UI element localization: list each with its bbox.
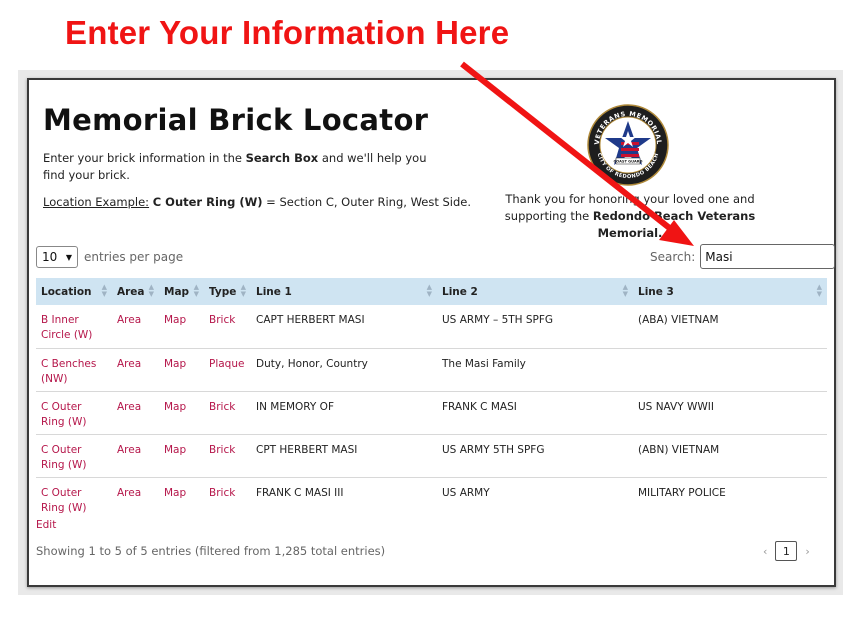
sort-icon: ▲ ▼	[193, 283, 199, 298]
page-1-button[interactable]: 1	[775, 541, 798, 561]
entries-per-page-value: 10	[42, 250, 58, 264]
line-3-cell: US NAVY WWII	[633, 391, 827, 435]
thanks-bold: Redondo Beach Veterans Memorial.	[592, 209, 756, 240]
sort-icon: ▲ ▼	[426, 283, 432, 298]
location-link[interactable]: C Outer Ring (W)	[36, 434, 112, 478]
map-link[interactable]: Map	[159, 477, 204, 520]
area-link[interactable]: Area	[112, 477, 159, 520]
line-3-cell: (ABA) VIETNAM	[633, 305, 827, 349]
search-control: Search: Masi	[650, 244, 836, 269]
line-1-cell: FRANK C MASI III	[256, 486, 344, 499]
type-link[interactable]: Plaque	[204, 348, 251, 392]
map-link[interactable]: Map	[159, 305, 204, 349]
entries-per-page-label: entries per page	[84, 250, 184, 264]
column-header-location[interactable]: Location ▲ ▼	[36, 278, 112, 305]
sort-icon: ▲ ▼	[240, 283, 246, 298]
line-2-cell: US ARMY	[442, 486, 490, 499]
intro-text: Enter your brick information in the Sear…	[43, 150, 438, 184]
line-1-cell: CAPT HERBERT MASI	[251, 305, 437, 349]
area-link[interactable]: Area	[112, 391, 159, 435]
type-link[interactable]: Brick	[204, 434, 251, 478]
type-link[interactable]: Brick	[204, 391, 251, 435]
entries-length-control: 10 ▼ entries per page	[36, 246, 183, 268]
svg-text:COAST GUARD: COAST GUARD	[614, 160, 643, 164]
area-link[interactable]: Area	[112, 305, 159, 349]
example-rest: = Section C, Outer Ring, West Side.	[262, 195, 472, 209]
chevron-down-icon: ▼	[65, 252, 72, 262]
search-label: Search:	[650, 249, 696, 264]
veterans-memorial-logo: VETERANS MEMORIAL CITY OF REDONDO BEACH …	[587, 104, 669, 186]
line-2-cell: FRANK C MASI	[437, 391, 633, 435]
column-header-line-3[interactable]: Line 3 ▲ ▼	[633, 278, 827, 305]
line-1-cell: Duty, Honor, Country	[251, 348, 437, 392]
line-2-cell: US ARMY 5TH SPFG	[437, 434, 633, 478]
sort-icon: ▲ ▼	[622, 283, 628, 298]
location-link[interactable]: B Inner Circle (W)	[36, 305, 112, 349]
line-3-cell: MILITARY POLICE	[638, 486, 726, 499]
next-page-button[interactable]: ›	[805, 545, 809, 558]
callout-heading: Enter Your Information Here	[65, 14, 510, 51]
line-1-cell: CPT HERBERT MASI	[251, 434, 437, 478]
sort-icon: ▲ ▼	[148, 283, 154, 298]
location-link[interactable]: C Benches (NW)	[36, 348, 112, 392]
location-link[interactable]: C Outer Ring (W)	[36, 477, 112, 520]
line-2-cell: US ARMY – 5TH SPFG	[437, 305, 633, 349]
location-example: Location Example: C Outer Ring (W) = Sec…	[43, 195, 471, 209]
table-info-text: Showing 1 to 5 of 5 entries (filtered fr…	[36, 544, 386, 558]
table-row: B Inner Circle (W) Area Map Brick CAPT H…	[36, 305, 827, 349]
area-link[interactable]: Area	[112, 434, 159, 478]
table-row: C Outer Ring (W) Area Map Brick IN MEMOR…	[36, 391, 827, 435]
table-row: C Benches (NW) Area Map Plaque Duty, Hon…	[36, 348, 827, 392]
search-input[interactable]: Masi	[700, 244, 836, 269]
map-link[interactable]: Map	[159, 391, 204, 435]
previous-page-button[interactable]: ‹	[763, 545, 767, 558]
thank-you-text: Thank you for honoring your loved one an…	[475, 191, 785, 242]
column-header-type[interactable]: Type ▲ ▼	[204, 278, 251, 305]
sort-icon: ▲ ▼	[101, 283, 107, 298]
area-link[interactable]: Area	[112, 348, 159, 392]
map-link[interactable]: Map	[159, 348, 204, 392]
intro-bold: Search Box	[245, 151, 319, 165]
line-3-cell: (ABN) VIETNAM	[633, 434, 827, 478]
line-3-cell	[633, 348, 827, 392]
entries-per-page-select[interactable]: 10 ▼	[36, 246, 78, 268]
page-title: Memorial Brick Locator	[43, 103, 429, 137]
table-header-row: Location ▲ ▼ Area ▲ ▼ Map ▲ ▼ Type ▲ ▼ Line 1 ▲ ▼ …	[36, 278, 827, 305]
column-header-line-1[interactable]: Line 1 ▲ ▼	[251, 278, 437, 305]
table-row: C Outer Ring (W) Area Map Brick FRANK C …	[36, 477, 827, 520]
intro-pre: Enter your brick information in the	[43, 151, 246, 165]
example-bold: C Outer Ring (W)	[152, 195, 263, 209]
line-2-cell: The Masi Family	[437, 348, 633, 392]
type-link[interactable]: Brick	[204, 305, 251, 349]
line-1-cell: IN MEMORY OF	[251, 391, 437, 435]
pagination: ‹ 1 ›	[763, 541, 810, 561]
column-header-map[interactable]: Map ▲ ▼	[159, 278, 204, 305]
type-link[interactable]: Brick	[204, 477, 251, 520]
example-label: Location Example:	[43, 195, 150, 209]
column-header-line-2[interactable]: Line 2 ▲ ▼	[437, 278, 633, 305]
brick-results-table: Location ▲ ▼ Area ▲ ▼ Map ▲ ▼ Type ▲ ▼ Line 1 ▲ ▼ …	[36, 278, 827, 520]
location-link[interactable]: C Outer Ring (W)	[36, 391, 112, 435]
sort-icon: ▲ ▼	[816, 283, 822, 298]
edit-link[interactable]: Edit	[36, 519, 56, 531]
table-row: C Outer Ring (W) Area Map Brick CPT HERB…	[36, 434, 827, 478]
map-link[interactable]: Map	[159, 434, 204, 478]
column-header-area[interactable]: Area ▲ ▼	[112, 278, 159, 305]
